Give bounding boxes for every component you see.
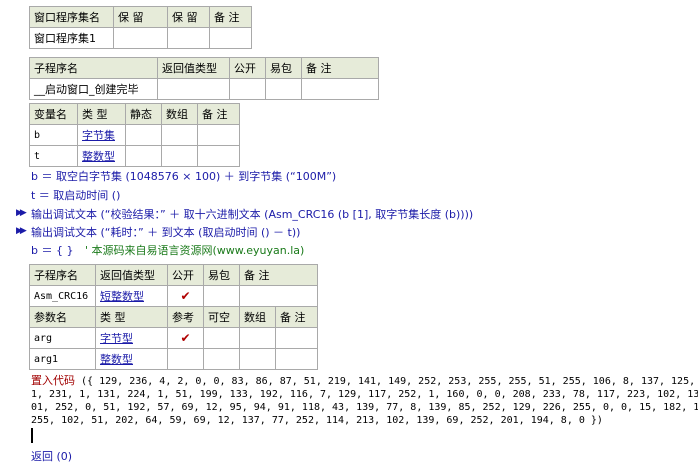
col-header: 易包 [203, 264, 240, 286]
window-assembly-table: 窗口程序集名 保 留 保 留 备 注 窗口程序集1 [29, 6, 252, 49]
array-cell[interactable] [239, 327, 276, 349]
code-line-return[interactable]: 返回 (0) [31, 448, 72, 464]
embed-code-bytes-row: 01, 252, 0, 51, 192, 57, 69, 12, 95, 94,… [31, 402, 698, 413]
table-row[interactable]: 窗口程序集1 [29, 27, 252, 49]
col-header: 类 型 [95, 306, 168, 328]
array-cell[interactable] [239, 348, 276, 370]
array-cell[interactable] [161, 124, 198, 146]
table-row[interactable]: t 整数型 [29, 145, 240, 167]
col-header: 返回值类型 [95, 264, 168, 286]
static-cell[interactable] [125, 124, 162, 146]
subroutine-table: 子程序名 返回值类型 公开 易包 备 注 __启动窗口_创建完毕 [29, 57, 379, 100]
param-type-cell[interactable]: 字节型 [95, 327, 168, 349]
embed-code-block[interactable]: 置入代码 ({ 129, 236, 4, 2, 0, 0, 83, 86, 87… [31, 374, 698, 427]
table-row[interactable]: Asm_CRC16 短整数型 ✔ [29, 285, 318, 307]
subroutine-name-cell[interactable]: Asm_CRC16 [29, 285, 96, 307]
embed-code-keyword: 置入代码 [31, 374, 75, 387]
table-row[interactable]: b 字节集 [29, 124, 240, 146]
col-header: 易包 [265, 57, 302, 79]
embed-code-bytes-row: 1, 231, 1, 131, 224, 1, 51, 199, 133, 19… [31, 389, 698, 400]
param-header-row: 参数名 类 型 参考 可空 数组 备 注 [29, 306, 318, 328]
table-row[interactable]: __启动窗口_创建完毕 [29, 78, 379, 100]
remark-cell[interactable] [197, 124, 240, 146]
text-cursor [31, 428, 33, 443]
col-header: 保 留 [167, 6, 210, 28]
return-type-cell[interactable]: 短整数型 [95, 285, 168, 307]
remark-cell[interactable] [197, 145, 240, 167]
col-header: 返回值类型 [157, 57, 230, 79]
check-mark-icon[interactable]: ✔ [167, 327, 204, 349]
col-header: 数组 [161, 103, 198, 125]
return-type-cell[interactable] [157, 78, 230, 100]
code-line-assign-t[interactable]: t ＝ 取启动时间 () [31, 187, 120, 203]
col-header: 参考 [167, 306, 204, 328]
code-line-debug-output-time[interactable]: 输出调试文本 (“耗时：” ＋ 到文本 (取启动时间 () － t)) [31, 224, 300, 240]
col-header: 变量名 [29, 103, 78, 125]
remark-cell[interactable] [209, 27, 252, 49]
col-header: 备 注 [209, 6, 252, 28]
table-row[interactable]: arg 字节型 ✔ [29, 327, 318, 349]
param-name-cell[interactable]: arg [29, 327, 96, 349]
reserved-cell[interactable] [167, 27, 210, 49]
public-cell[interactable] [229, 78, 266, 100]
variable-name-cell[interactable]: t [29, 145, 78, 167]
variable-type-cell[interactable]: 整数型 [77, 145, 126, 167]
easy-pack-cell[interactable] [265, 78, 302, 100]
col-header: 公开 [167, 264, 204, 286]
nullable-cell[interactable] [203, 327, 240, 349]
embed-code-bytes-row: 255, 102, 51, 202, 64, 59, 69, 12, 137, … [31, 415, 603, 426]
param-name-cell[interactable]: arg1 [29, 348, 96, 370]
col-header: 静态 [125, 103, 162, 125]
remark-cell[interactable] [301, 78, 379, 100]
nullable-cell[interactable] [203, 348, 240, 370]
col-header: 备 注 [197, 103, 240, 125]
variable-type-cell[interactable]: 字节集 [77, 124, 126, 146]
param-type-cell[interactable]: 整数型 [95, 348, 168, 370]
col-header: 备 注 [239, 264, 318, 286]
code-line-assign-b[interactable]: b ＝ 取空白字节集 (1048576 × 100) ＋ 到字节集 (“100M… [31, 168, 336, 184]
remark-cell[interactable] [275, 348, 318, 370]
array-cell[interactable] [161, 145, 198, 167]
col-header: 类 型 [77, 103, 126, 125]
code-line-clear-b[interactable]: b ＝ { } ' 本源码来自易语言资源网(www.eyuyan.la) [31, 242, 304, 258]
remark-cell[interactable] [275, 327, 318, 349]
code-comment: ' 本源码来自易语言资源网(www.eyuyan.la) [84, 244, 305, 257]
subroutine-name-cell[interactable]: __启动窗口_创建完毕 [29, 78, 158, 100]
col-header: 备 注 [275, 306, 318, 328]
code-statement: b ＝ { } [31, 244, 74, 257]
col-header: 保 留 [113, 6, 168, 28]
variable-table: 变量名 类 型 静态 数组 备 注 b 字节集 t 整数型 [29, 103, 240, 167]
assembly-name-cell[interactable]: 窗口程序集1 [29, 27, 114, 49]
easy-pack-cell[interactable] [203, 285, 240, 307]
col-header: 可空 [203, 306, 240, 328]
col-header: 数组 [239, 306, 276, 328]
table-header-row: 子程序名 返回值类型 公开 易包 备 注 [29, 57, 379, 79]
col-header: 子程序名 [29, 57, 158, 79]
check-mark-icon[interactable]: ✔ [167, 285, 204, 307]
table-header-row: 变量名 类 型 静态 数组 备 注 [29, 103, 240, 125]
variable-name-cell[interactable]: b [29, 124, 78, 146]
table-header-row: 窗口程序集名 保 留 保 留 备 注 [29, 6, 252, 28]
double-chevron-right-icon[interactable]: ▶▶ [16, 208, 27, 218]
asm-crc16-table: 子程序名 返回值类型 公开 易包 备 注 Asm_CRC16 短整数型 ✔ 参数… [29, 264, 318, 370]
table-header-row: 子程序名 返回值类型 公开 易包 备 注 [29, 264, 318, 286]
table-row[interactable]: arg1 整数型 [29, 348, 318, 370]
col-header: 备 注 [301, 57, 379, 79]
col-header: 窗口程序集名 [29, 6, 114, 28]
reserved-cell[interactable] [113, 27, 168, 49]
code-line-debug-output-crc[interactable]: 输出调试文本 (“校验结果：” ＋ 取十六进制文本 (Asm_CRC16 (b … [31, 206, 473, 222]
embed-code-bytes-row: ({ 129, 236, 4, 2, 0, 0, 83, 86, 87, 51,… [81, 376, 698, 387]
check-mark-icon[interactable] [167, 348, 204, 370]
col-header: 子程序名 [29, 264, 96, 286]
double-chevron-right-icon[interactable]: ▶▶ [16, 226, 27, 236]
remark-cell[interactable] [239, 285, 318, 307]
col-header: 公开 [229, 57, 266, 79]
col-header: 参数名 [29, 306, 96, 328]
static-cell[interactable] [125, 145, 162, 167]
